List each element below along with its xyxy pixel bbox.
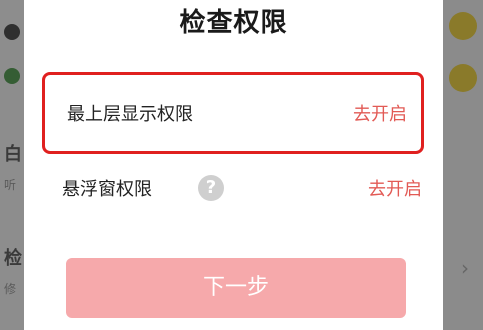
floating-window-permission-label: 悬浮窗权限 (62, 179, 152, 200)
chevron-right-icon: › (461, 256, 469, 280)
floating-window-enable-link[interactable]: 去开启 (368, 175, 422, 201)
dialog-title: 检查权限 (179, 8, 288, 38)
check-icon (449, 12, 477, 40)
overlay-permission-label: 最上层显示权限 (67, 104, 193, 125)
permission-dialog: 检查权限 最上层显示权限 去开启 悬浮窗权限 ? 去开启 下一步 (24, 0, 443, 330)
background-right-panel: › (443, 0, 483, 330)
background-subtext: 听 (4, 178, 17, 192)
background-left-panel: 白 听 检 修 (0, 0, 24, 330)
wechat-icon (4, 68, 20, 84)
background-subtext: 修 (4, 282, 17, 296)
check-icon (449, 64, 477, 92)
overlay-permission-enable-link[interactable]: 去开启 (353, 100, 407, 126)
next-step-button[interactable]: 下一步 (66, 258, 406, 318)
overlay-permission-row[interactable]: 最上层显示权限 去开启 (42, 72, 424, 154)
question-icon[interactable]: ? (198, 175, 224, 201)
floating-window-permission-row[interactable]: 悬浮窗权限 ? 去开启 (40, 160, 424, 216)
background-text: 检 (4, 248, 22, 269)
qq-icon (4, 24, 20, 40)
background-text: 白 (4, 144, 22, 165)
